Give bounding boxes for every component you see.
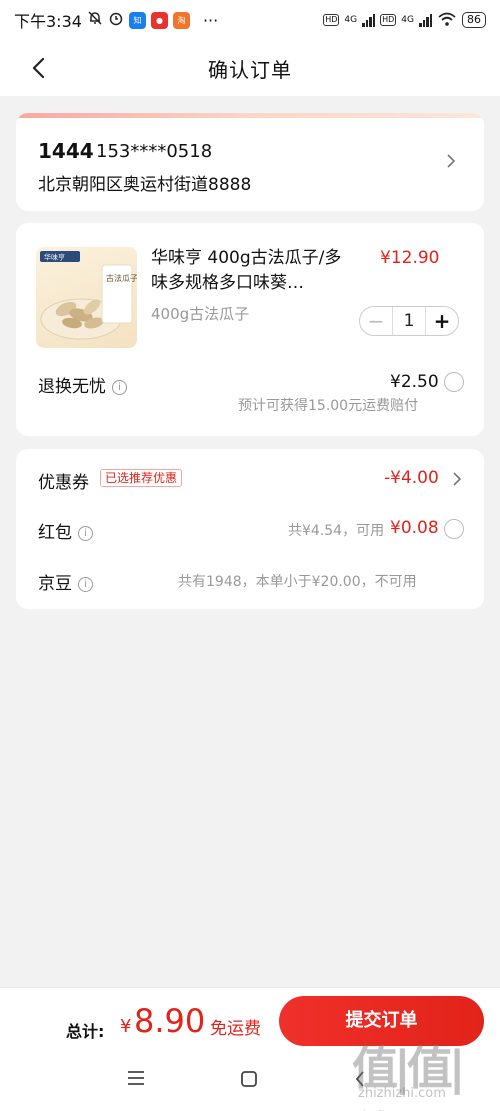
jingdou-label: 京豆 (38, 574, 72, 594)
bell-off-icon (87, 10, 103, 30)
coupon-badge: 已选推荐优惠 (100, 469, 183, 487)
total-value: 8.90 (134, 1002, 206, 1040)
chevron-right-icon[interactable] (452, 471, 462, 492)
product-spec: 400g古法瓜子 (151, 305, 250, 323)
signal-icon-2 (419, 13, 432, 27)
alarm-icon (108, 10, 124, 30)
quantity-value[interactable]: 1 (392, 307, 426, 335)
jingdou-info: 共有1948，本单小于¥20.00，不可用 (178, 574, 417, 590)
chevron-right-icon[interactable] (446, 153, 456, 174)
recipient-phone: 153****0518 (96, 141, 213, 162)
battery-indicator: 86 (462, 12, 486, 28)
redpacket-value: ¥0.08 (390, 518, 439, 538)
free-shipping-label: 免运费 (210, 1019, 261, 1039)
product-card: 华味亨 古法瓜子 华味亨 400g古法瓜子/多味多规格多口味葵… ¥12.90 … (16, 223, 484, 436)
menu-icon[interactable] (126, 1070, 146, 1091)
zhihu-app-icon: 知 (128, 11, 146, 29)
service-radio[interactable] (444, 372, 464, 392)
status-bar: 下午3:34 知 ● 淘 ··· HD 4G HD 4G 86 (0, 0, 500, 40)
watermark-logo: 值|值|值 zhizhizhi.com (352, 1032, 500, 1111)
redpacket-radio[interactable] (444, 519, 464, 539)
status-time: 下午3:34 (14, 12, 82, 31)
taobao-app-icon: 淘 (172, 11, 190, 29)
more-icon: ··· (202, 10, 219, 30)
info-icon[interactable]: i (78, 526, 93, 541)
info-icon[interactable]: i (112, 380, 127, 395)
service-label-row[interactable]: 退换无忧 i (38, 372, 127, 397)
signal-icon (362, 13, 376, 27)
address-stripe (16, 113, 484, 118)
product-image-label: 古法瓜子 (106, 273, 137, 283)
total-currency: ¥ (120, 1016, 132, 1037)
address-line: 北京朝阳区奥运村街道8888 (38, 175, 252, 195)
coupon-label: 优惠券 (38, 473, 89, 493)
page-title: 确认订单 (208, 57, 292, 82)
jingdou-label-row[interactable]: 京豆 i (38, 569, 93, 594)
hd-icon: HD (323, 14, 340, 26)
home-icon[interactable] (240, 1070, 258, 1093)
hd-icon-2: HD (380, 14, 397, 26)
service-price: ¥2.50 (390, 372, 439, 392)
service-note: 预计可获得15.00元运费赔付 (238, 398, 419, 414)
network-label-2: 4G (401, 15, 414, 25)
back-arrow-icon[interactable] (26, 54, 54, 82)
product-image[interactable]: 华味亨 古法瓜子 (36, 247, 137, 348)
checkout-bar: 总计: ¥ 8.90 免运费 提交订单 值|值|值 zhizhizhi.com (0, 987, 500, 1111)
recipient-name: 1444 (38, 139, 94, 163)
network-label: 4G (344, 15, 358, 25)
redpacket-info: 共¥4.54，可用 (288, 523, 385, 539)
product-title[interactable]: 华味亨 400g古法瓜子/多味多规格多口味葵… (151, 246, 351, 296)
header-bar: 确认订单 (0, 40, 500, 96)
info-icon[interactable]: i (78, 577, 93, 592)
wifi-icon (437, 11, 457, 30)
product-price: ¥12.90 (380, 248, 440, 268)
coupon-value[interactable]: -¥4.00 (384, 468, 439, 488)
minus-icon[interactable]: − (360, 309, 392, 333)
redpacket-label-row[interactable]: 红包 i (38, 518, 93, 543)
app-icon-red: ● (150, 11, 168, 29)
service-label: 退换无忧 (38, 377, 106, 397)
total-label: 总计: (66, 1022, 105, 1041)
product-image-brand: 华味亨 (44, 253, 65, 262)
redpacket-label: 红包 (38, 523, 72, 543)
quantity-stepper: − 1 + (359, 306, 459, 336)
plus-icon[interactable]: + (426, 309, 458, 333)
watermark-url: zhizhizhi.com (358, 1086, 446, 1101)
address-card[interactable]: 1444 153****0518 北京朝阳区奥运村街道8888 (16, 113, 484, 211)
discounts-card: 优惠券 已选推荐优惠 -¥4.00 红包 i 共¥4.54，可用 ¥0.08 京豆… (16, 449, 484, 609)
